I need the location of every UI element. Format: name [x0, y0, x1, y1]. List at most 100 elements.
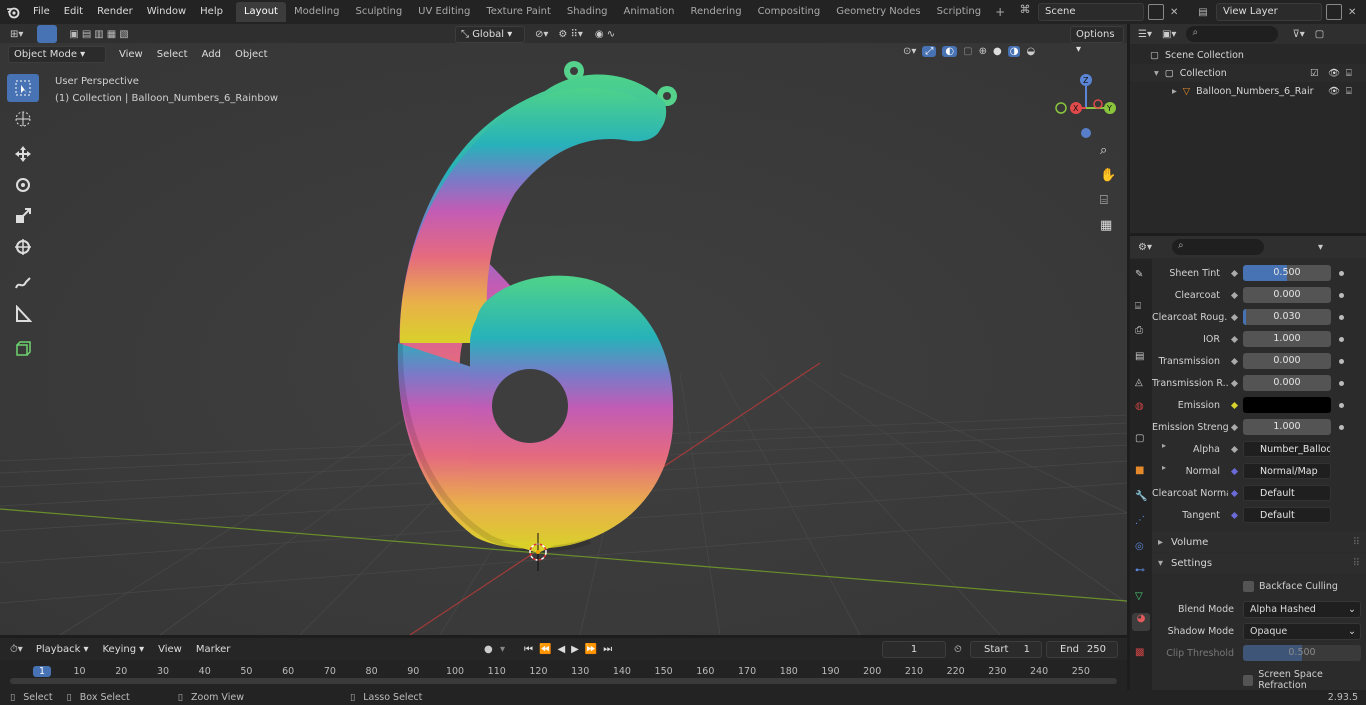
- socket-icon[interactable]: [1228, 487, 1240, 499]
- eye-icon[interactable]: 👁: [1328, 86, 1340, 97]
- gizmo-toggle-icon[interactable]: ⤢: [922, 46, 937, 57]
- tab-texture-paint[interactable]: Texture Paint: [478, 2, 559, 22]
- outliner-search-input[interactable]: ⌕: [1186, 26, 1279, 42]
- viewport-menu-add[interactable]: Add: [195, 49, 228, 60]
- keyframe-dot-icon[interactable]: [1339, 424, 1344, 430]
- material-shading-icon[interactable]: ◑: [1007, 46, 1021, 57]
- prop-value-field[interactable]: 0.500: [1243, 265, 1331, 281]
- select-tool-icon[interactable]: [37, 25, 58, 43]
- timeline-menu-keying[interactable]: Keying ▾: [95, 644, 151, 655]
- tab-geometry-nodes[interactable]: Geometry Nodes: [828, 2, 928, 22]
- prop-link-field[interactable]: Normal/Map: [1243, 463, 1331, 479]
- timeline-scrollbar[interactable]: [10, 678, 1117, 684]
- world-tab-icon[interactable]: ◍: [1135, 401, 1144, 412]
- drag-handle-icon[interactable]: ⠿: [1353, 537, 1360, 548]
- menu-file[interactable]: File: [26, 0, 57, 24]
- rendered-shading-icon[interactable]: ◒: [1026, 46, 1035, 57]
- prop-link-field[interactable]: Number_Balloons_6...: [1243, 441, 1331, 457]
- pan-view-icon[interactable]: ✋: [1100, 168, 1116, 183]
- expand-arrow-icon[interactable]: ▸: [1172, 86, 1177, 97]
- overlay-toggle-icon[interactable]: ◐: [942, 46, 958, 57]
- keyframe-dot-icon[interactable]: [1339, 358, 1344, 364]
- output-tab-icon[interactable]: ⎙: [1135, 325, 1143, 336]
- expand-arrow-icon[interactable]: ▸: [1162, 441, 1166, 450]
- timeline-menu-playback[interactable]: Playback ▾: [29, 644, 96, 655]
- visibility-icon[interactable]: ⊙▾: [903, 46, 916, 57]
- camera-icon[interactable]: ⌸: [1346, 86, 1352, 97]
- ssr-checkbox[interactable]: Screen Space Refraction: [1243, 669, 1366, 691]
- xray-icon[interactable]: ▢: [963, 46, 972, 57]
- view-layer-field[interactable]: View Layer: [1216, 3, 1322, 21]
- tab-layout[interactable]: Layout: [235, 2, 286, 22]
- particles-tab-icon[interactable]: ⋰: [1135, 515, 1145, 526]
- navigation-gizmo[interactable]: Z Y X: [1052, 71, 1122, 141]
- menu-window[interactable]: Window: [140, 0, 193, 24]
- tab-sculpting[interactable]: Sculpting: [347, 2, 410, 22]
- keyframe-dot-icon[interactable]: [1339, 380, 1344, 386]
- options-dropdown[interactable]: Options ▾: [1070, 26, 1124, 55]
- prop-value-field[interactable]: 1.000: [1243, 419, 1331, 435]
- menu-render[interactable]: Render: [90, 0, 140, 24]
- properties-editor-icon[interactable]: ⚙▾: [1138, 242, 1152, 253]
- checkbox-box[interactable]: [1243, 674, 1254, 686]
- data-tab-icon[interactable]: ▽: [1135, 591, 1143, 602]
- start-frame-field[interactable]: Start 1: [970, 640, 1042, 658]
- timeline-editor-icon[interactable]: ⏱▾: [10, 644, 23, 655]
- viewport-menu-select[interactable]: Select: [150, 49, 195, 60]
- prop-link-field[interactable]: Default: [1243, 485, 1331, 501]
- measure-tool[interactable]: [7, 300, 39, 328]
- timeline-menu-view[interactable]: View: [151, 644, 189, 655]
- tool-tab-icon[interactable]: ✎: [1135, 269, 1143, 280]
- current-frame-indicator[interactable]: 1: [33, 666, 51, 677]
- menu-edit[interactable]: Edit: [57, 0, 90, 24]
- scale-tool[interactable]: [7, 202, 39, 230]
- socket-icon[interactable]: [1228, 509, 1240, 521]
- texture-tab-icon[interactable]: ▩: [1135, 647, 1144, 658]
- move-tool[interactable]: [7, 140, 39, 168]
- outliner-editor-icon[interactable]: ☰▾: [1138, 29, 1152, 40]
- backface-culling-checkbox[interactable]: Backface Culling: [1243, 581, 1338, 592]
- camera-view-icon[interactable]: ⌸: [1100, 193, 1108, 208]
- 3d-viewport[interactable]: User Perspective (1) Collection | Balloo…: [0, 43, 1127, 635]
- playback-controls[interactable]: ⏮⏪◀▶⏩⏭: [524, 644, 618, 655]
- camera-icon[interactable]: ⌸: [1346, 68, 1352, 79]
- scene-field[interactable]: Scene: [1038, 3, 1144, 21]
- socket-icon[interactable]: [1228, 421, 1240, 433]
- drag-handle-icon[interactable]: ⠿: [1353, 558, 1360, 569]
- shadow-mode-dropdown[interactable]: Opaque ⌄: [1243, 623, 1361, 640]
- keying-set-dropdown[interactable]: ▾: [500, 644, 505, 655]
- socket-icon[interactable]: [1228, 267, 1240, 279]
- rotate-tool[interactable]: [7, 171, 39, 199]
- wireframe-shading-icon[interactable]: ⊕: [979, 46, 987, 57]
- new-collection-icon[interactable]: ▢: [1315, 29, 1324, 40]
- keyframe-dot-icon[interactable]: [1339, 336, 1344, 342]
- selection-mode-icons[interactable]: ▣▤▥▦▧: [69, 29, 131, 40]
- outliner-row-collection[interactable]: ▾ ▢ Collection ☑ 👁 ⌸: [1130, 64, 1366, 82]
- annotate-tool[interactable]: [7, 269, 39, 297]
- socket-icon[interactable]: [1228, 355, 1240, 367]
- blend-mode-dropdown[interactable]: Alpha Hashed ⌄: [1243, 601, 1361, 618]
- properties-search-input[interactable]: ⌕: [1171, 239, 1264, 255]
- transform-tool[interactable]: [7, 233, 39, 261]
- tab-compositing[interactable]: Compositing: [750, 2, 829, 22]
- view-layer-icon[interactable]: ▤: [1190, 7, 1216, 18]
- expand-arrow-icon[interactable]: ▾: [1154, 68, 1159, 79]
- viewport-menu-object[interactable]: Object: [228, 49, 275, 60]
- tab-animation[interactable]: Animation: [616, 2, 683, 22]
- prop-value-field[interactable]: 0.000: [1243, 287, 1331, 303]
- render-tab-icon[interactable]: ⌸: [1135, 301, 1141, 312]
- mode-dropdown[interactable]: Object Mode ▾: [8, 46, 106, 63]
- socket-icon[interactable]: [1228, 465, 1240, 477]
- current-frame-field[interactable]: 1: [882, 640, 946, 658]
- add-workspace-button[interactable]: +: [995, 5, 1005, 19]
- pivot-icon[interactable]: ⊘▾: [535, 29, 548, 40]
- blender-logo-icon[interactable]: [0, 0, 26, 24]
- socket-icon[interactable]: [1228, 311, 1240, 323]
- select-box-tool[interactable]: [7, 74, 39, 102]
- prop-value-field[interactable]: 0.000: [1243, 375, 1331, 391]
- socket-icon[interactable]: [1228, 377, 1240, 389]
- material-tab-icon[interactable]: ◕: [1132, 613, 1150, 631]
- prop-value-field[interactable]: 0.000: [1243, 353, 1331, 369]
- socket-icon[interactable]: [1228, 289, 1240, 301]
- solid-shading-icon[interactable]: ●: [993, 46, 1002, 57]
